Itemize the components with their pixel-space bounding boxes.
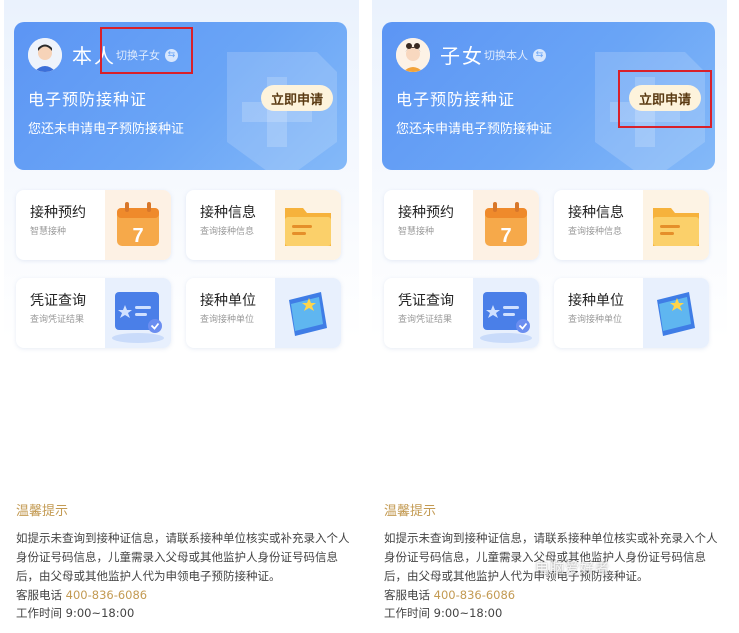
- calendar-icon: 7: [105, 190, 171, 260]
- card-subtitle: 查询接种单位: [200, 315, 255, 325]
- adult-avatar-icon: [28, 38, 62, 72]
- certificate-icon: [473, 278, 539, 348]
- card-vaccination-info[interactable]: 接种信息 查询接种信息: [186, 190, 341, 260]
- folder-icon: [275, 190, 341, 260]
- phone-screen-self: 本人 切换子女 ⇆ 电子预防接种证 您还未申请电子预防接种证 立即申请 接种预约…: [4, 0, 359, 633]
- hours-label: 工作时间: [16, 606, 62, 620]
- card-vaccination-appointment[interactable]: 接种预约 智慧接种 7: [384, 190, 539, 260]
- card-subtitle: 查询接种单位: [568, 315, 623, 325]
- card-subtitle: 查询接种信息: [200, 227, 255, 237]
- certificate-status: 您还未申请电子预防接种证: [396, 122, 553, 137]
- card-vaccination-info[interactable]: 接种信息 查询接种信息: [554, 190, 709, 260]
- working-hours-line: 工作时间 9:00~18:00: [384, 604, 719, 622]
- card-title: 接种预约: [30, 205, 86, 221]
- card-title: 接种单位: [200, 293, 256, 309]
- phone-number-link[interactable]: 400-836-6086: [66, 588, 147, 602]
- switch-profile-link[interactable]: 切换本人 ⇆: [484, 47, 546, 63]
- card-subtitle: 智慧接种: [30, 227, 67, 237]
- folder-icon: [643, 190, 709, 260]
- card-subtitle: 查询接种信息: [568, 227, 623, 237]
- highlight-apply-button: [618, 70, 712, 128]
- customer-service-line: 客服电话 400-836-6086: [384, 586, 719, 604]
- avatar: [28, 38, 62, 72]
- card-title: 接种单位: [568, 293, 624, 309]
- highlight-switch-child: [100, 27, 193, 74]
- avatar: [396, 38, 430, 72]
- card-certificate-query[interactable]: 凭证查询 查询凭证结果: [16, 278, 171, 348]
- certificate-title: 电子预防接种证: [28, 90, 148, 109]
- book-star-icon: [275, 278, 341, 348]
- card-title: 凭证查询: [398, 293, 454, 309]
- card-vaccination-unit[interactable]: 接种单位 查询接种单位: [554, 278, 709, 348]
- phone-label: 客服电话: [16, 588, 62, 602]
- card-title: 接种信息: [568, 205, 624, 221]
- tips-body: 如提示未查询到接种证信息，请联系接种单位核实或补充录入个人身份证号码信息，儿童需…: [16, 531, 350, 583]
- apply-now-button[interactable]: 立即申请: [261, 85, 333, 111]
- certificate-icon: [105, 278, 171, 348]
- certificate-status: 您还未申请电子预防接种证: [28, 122, 185, 137]
- phone-label: 客服电话: [384, 588, 430, 602]
- tips-title: 温馨提示: [384, 504, 437, 519]
- hours-value: 9:00~18:00: [65, 606, 135, 620]
- certificate-title: 电子预防接种证: [396, 90, 516, 109]
- calendar-day: 7: [132, 225, 143, 247]
- swap-icon: ⇆: [533, 48, 546, 62]
- calendar-day: 7: [500, 225, 511, 247]
- card-title: 接种预约: [398, 205, 454, 221]
- working-hours-line: 工作时间 9:00~18:00: [16, 604, 351, 622]
- profile-name: 子女: [440, 44, 484, 68]
- child-avatar-icon: [396, 38, 430, 72]
- phone-number-link[interactable]: 400-836-6086: [434, 588, 515, 602]
- card-subtitle: 查询凭证结果: [398, 315, 453, 325]
- card-vaccination-unit[interactable]: 接种单位 查询接种单位: [186, 278, 341, 348]
- switch-profile-label: 切换本人: [484, 49, 528, 62]
- watermark: 电脑爱好者: [535, 561, 610, 577]
- card-subtitle: 智慧接种: [398, 227, 435, 237]
- hours-value: 9:00~18:00: [433, 606, 503, 620]
- customer-service-line: 客服电话 400-836-6086: [16, 586, 351, 604]
- hours-label: 工作时间: [384, 606, 430, 620]
- tips-title: 温馨提示: [16, 504, 69, 519]
- book-star-icon: [643, 278, 709, 348]
- card-certificate-query[interactable]: 凭证查询 查询凭证结果: [384, 278, 539, 348]
- card-title: 接种信息: [200, 205, 256, 221]
- card-subtitle: 查询凭证结果: [30, 315, 85, 325]
- calendar-icon: 7: [473, 190, 539, 260]
- card-title: 凭证查询: [30, 293, 86, 309]
- card-vaccination-appointment[interactable]: 接种预约 智慧接种 7: [16, 190, 171, 260]
- tips-section: 温馨提示 如提示未查询到接种证信息，请联系接种单位核实或补充录入个人身份证号码信…: [16, 500, 351, 622]
